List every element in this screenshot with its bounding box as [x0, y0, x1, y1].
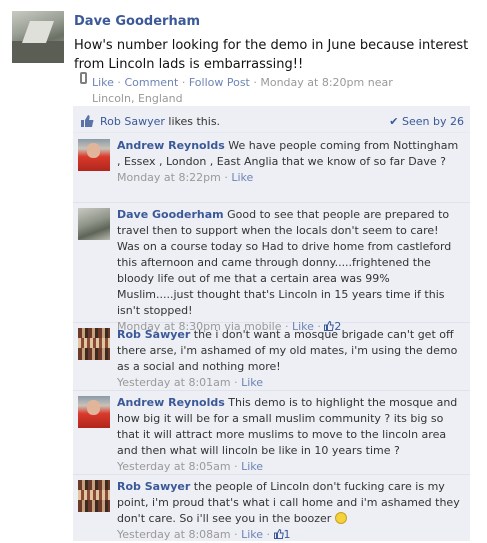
comment-author[interactable]: Rob Sawyer — [117, 480, 190, 493]
post-text: How's number looking for the demo in Jun… — [74, 38, 469, 72]
comment-like-link[interactable]: Like — [241, 528, 263, 541]
comment: Rob Sawyer the people of Lincoln don't f… — [73, 475, 470, 541]
commenter-avatar[interactable] — [78, 139, 110, 171]
post-like-link[interactable]: Like — [92, 76, 114, 89]
commenter-avatar[interactable] — [78, 208, 110, 240]
checkmark-icon: ✔ — [389, 115, 399, 128]
seen-by-indicator[interactable]: ✔ Seen by 26 — [389, 115, 464, 128]
comment-timestamp: Monday at 8:22pm — [117, 171, 221, 184]
mobile-phone-icon — [80, 72, 87, 84]
comment-author[interactable]: Dave Gooderham — [117, 208, 224, 221]
post-meta: Like · Comment · Follow Post · Monday at… — [92, 76, 393, 105]
thumbs-up-icon — [81, 115, 94, 127]
comment: Andrew Reynolds This demo is to highligh… — [73, 391, 470, 475]
thumbs-up-icon — [273, 529, 284, 539]
post-author-name[interactable]: Dave Gooderham — [74, 14, 200, 29]
comment-timestamp: Yesterday at 8:08am — [117, 528, 231, 541]
post-author-avatar[interactable] — [12, 11, 64, 63]
comment-like-link[interactable]: Like — [241, 460, 263, 473]
comment: Dave Gooderham Good to see that people a… — [73, 203, 470, 333]
commenter-avatar[interactable] — [78, 328, 110, 360]
smiley-emoticon-icon — [334, 512, 347, 524]
post-follow-link[interactable]: Follow Post — [189, 76, 250, 89]
comment-timestamp: Yesterday at 8:05am — [117, 460, 231, 473]
comment-like-link[interactable]: Like — [231, 171, 253, 184]
comment-like-link[interactable]: Like — [241, 376, 263, 389]
commenter-avatar[interactable] — [78, 480, 110, 512]
comment-text: Good to see that people are prepared to … — [117, 208, 452, 317]
post-comment-link[interactable]: Comment — [124, 76, 178, 89]
comments-panel: Rob Sawyer likes this. ✔ Seen by 26 Andr… — [73, 106, 470, 541]
comment-author[interactable]: Andrew Reynolds — [117, 139, 225, 152]
commenter-avatar[interactable] — [78, 396, 110, 428]
liker-name[interactable]: Rob Sawyer — [100, 115, 165, 128]
likes-row: Rob Sawyer likes this. ✔ Seen by 26 — [73, 112, 470, 133]
comment: Andrew Reynolds We have people coming fr… — [73, 134, 470, 203]
comment-author[interactable]: Andrew Reynolds — [117, 396, 225, 409]
comment-timestamp: Yesterday at 8:01am — [117, 376, 231, 389]
comment-author[interactable]: Rob Sawyer — [117, 328, 190, 341]
comment-like-count[interactable]: 1 — [273, 528, 291, 541]
comment: Rob Sawyer the i don't want a mosque bri… — [73, 323, 470, 391]
